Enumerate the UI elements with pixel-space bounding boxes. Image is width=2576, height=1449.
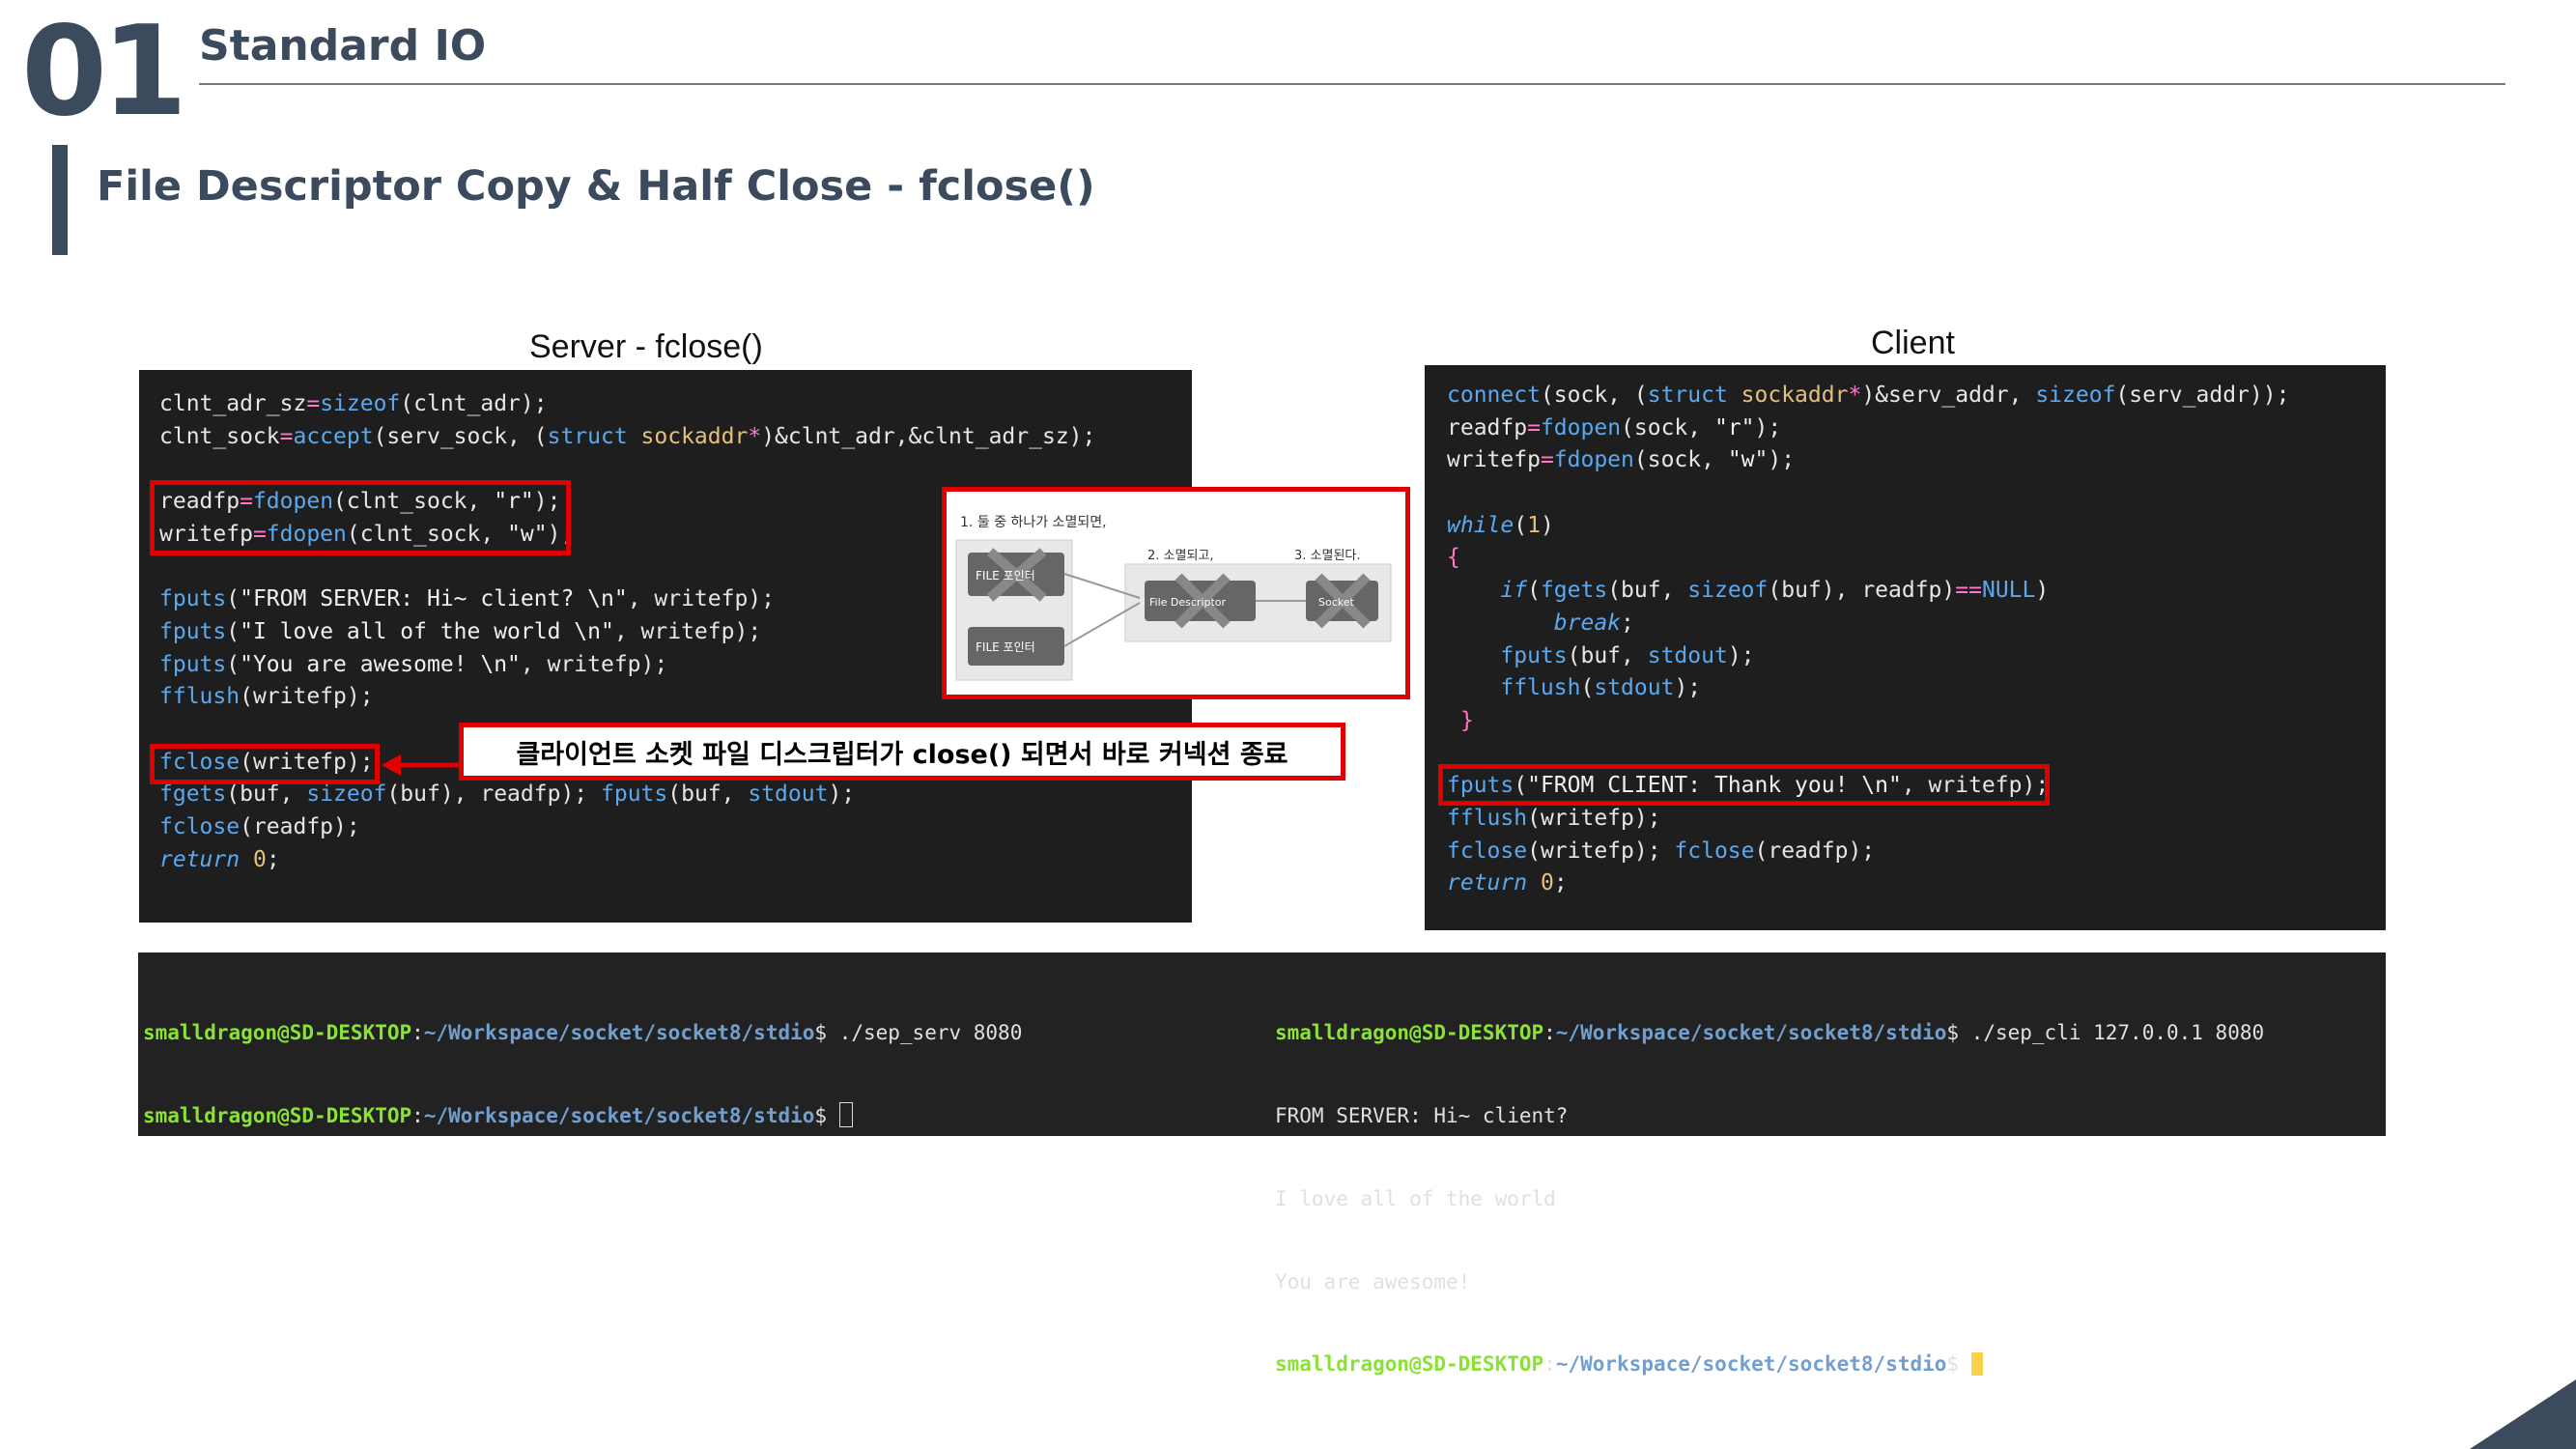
header-rule [199, 83, 2505, 85]
client-code-block: connect(sock, (struct sockaddr*)&serv_ad… [1425, 365, 2386, 930]
client-command: ./sep_cli 127.0.0.1 8080 [1970, 1021, 2265, 1045]
diagram-file-pointer-bottom: FILE 포인터 [976, 640, 1035, 654]
section-title: Standard IO [199, 21, 487, 71]
code-line: connect(sock, (struct sockaddr*)&serv_ad… [1447, 383, 2290, 408]
fd-diagram: 1. 둘 중 하나가 소멸되면, 2. 소멸되고, 3. 소멸된다. FILE … [942, 487, 1410, 699]
code-line: fputs(buf, stdout); [1500, 642, 1755, 668]
code-line: clnt_sock=accept(serv_sock, (struct sock… [159, 423, 1096, 449]
corner-decoration [2470, 1379, 2576, 1449]
terminal-line: smalldragon@SD-DESKTOP:~/Workspace/socke… [143, 1101, 1022, 1130]
terminal-panel: smalldragon@SD-DESKTOP:~/Workspace/socke… [138, 952, 2386, 1377]
fd-diagram-graphic: 1. 둘 중 하나가 소멸되면, 2. 소멸되고, 3. 소멸된다. FILE … [955, 515, 1392, 681]
server-prompt-user: smalldragon@SD-DESKTOP [143, 1021, 412, 1045]
code-line: fflush(stdout); [1500, 675, 1702, 701]
code-line: { [1447, 545, 1460, 571]
fdopen-highlight-box [150, 480, 571, 555]
slide-subtitle: File Descriptor Copy & Half Close - fclo… [97, 162, 1095, 211]
server-caption: Server - fclose() [529, 328, 763, 365]
client-fputs-highlight-box [1438, 764, 2050, 806]
code-line: while(1) [1447, 512, 1554, 538]
server-command: ./sep_serv 8080 [838, 1021, 1023, 1045]
terminal-line: smalldragon@SD-DESKTOP:~/Workspace/socke… [1275, 1021, 2265, 1045]
terminal-cursor[interactable] [1970, 1352, 1983, 1377]
diagram-socket: Socket [1318, 596, 1355, 609]
terminal-output-line: You are awesome! [1275, 1269, 1471, 1293]
code-line: break; [1553, 610, 1634, 636]
client-caption: Client [1871, 325, 1955, 361]
client-prompt-path: ~/Workspace/socket/socket8/stdio [1555, 1352, 1947, 1377]
server-prompt-path: ~/Workspace/socket/socket8/stdio [423, 1021, 815, 1045]
code-line: return 0; [159, 846, 280, 872]
diagram-file-descriptor: File Descriptor [1149, 596, 1227, 609]
client-terminal: smalldragon@SD-DESKTOP:~/Workspace/socke… [1275, 964, 2264, 1434]
code-line: } [1459, 707, 1474, 733]
terminal-output-line: I love all of the world [1275, 1186, 1556, 1210]
diagram-step3-label: 3. 소멸된다. [1294, 549, 1361, 563]
terminal-cursor[interactable] [838, 1101, 853, 1127]
code-line: fclose(readfp); [159, 813, 360, 839]
client-prompt-path: ~/Workspace/socket/socket8/stdio [1555, 1021, 1947, 1045]
terminal-output-line: FROM SERVER: Hi~ client? [1275, 1103, 1569, 1127]
fclose-highlight-box [150, 744, 380, 784]
server-terminal: smalldragon@SD-DESKTOP:~/Workspace/socke… [143, 964, 1022, 1185]
code-line: readfp=fdopen(sock, "r"); [1447, 414, 1782, 440]
code-line: fclose(writefp); fclose(readfp); [1447, 838, 1876, 864]
code-line: fflush(writefp); [1447, 805, 1661, 831]
diagram-step1-label: 1. 둘 중 하나가 소멸되면, [960, 515, 1107, 530]
callout-arrow [382, 754, 461, 776]
diagram-file-pointer-top: FILE 포인터 [976, 569, 1035, 582]
terminal-line: smalldragon@SD-DESKTOP:~/Workspace/socke… [143, 1021, 1023, 1045]
terminal-line: smalldragon@SD-DESKTOP:~/Workspace/socke… [1275, 1350, 2264, 1378]
client-prompt-user: smalldragon@SD-DESKTOP [1275, 1021, 1544, 1045]
code-line: return 0; [1447, 870, 1568, 896]
callout-note: 클라이언트 소켓 파일 디스크립터가 close() 되면서 바로 커넥션 종료 [459, 723, 1345, 781]
server-prompt-path: ~/Workspace/socket/socket8/stdio [423, 1103, 815, 1127]
client-prompt-user: smalldragon@SD-DESKTOP [1275, 1352, 1544, 1377]
section-number: 01 [21, 0, 187, 144]
code-line: writefp=fdopen(sock, "w"); [1447, 447, 1796, 473]
diagram-step2-label: 2. 소멸되고, [1147, 549, 1214, 563]
code-line: clnt_adr_sz=sizeof(clnt_adr); [159, 391, 548, 416]
server-prompt-user: smalldragon@SD-DESKTOP [143, 1103, 412, 1127]
code-line: if(fgets(buf, sizeof(buf), readfp)==NULL… [1500, 578, 2050, 604]
subtitle-accent-bar [52, 145, 68, 255]
